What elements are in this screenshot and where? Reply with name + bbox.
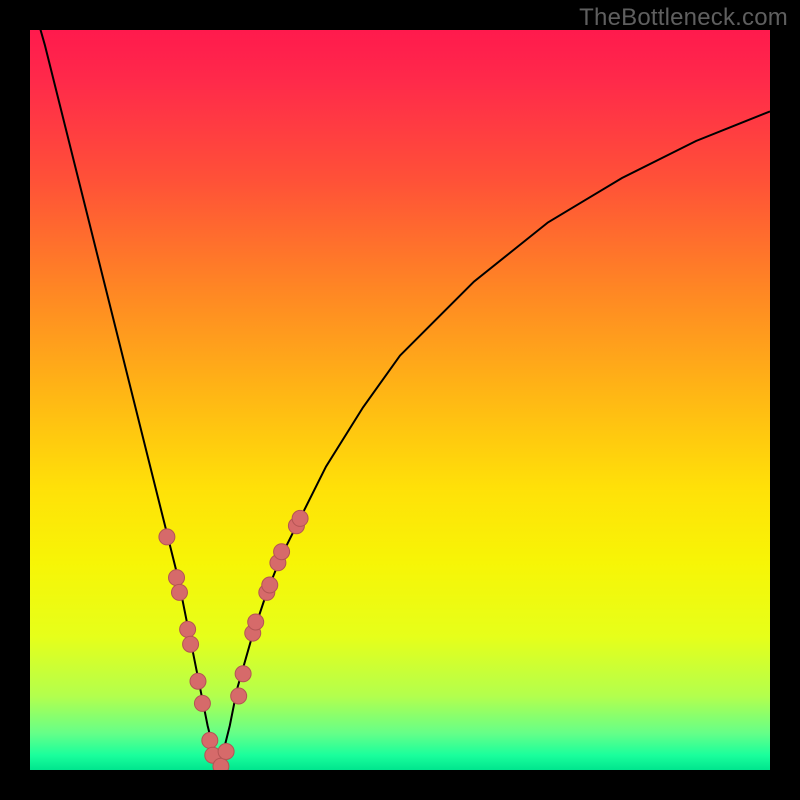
data-marker: [159, 529, 175, 545]
data-marker: [213, 758, 229, 770]
data-marker: [180, 621, 196, 637]
data-marker: [231, 688, 247, 704]
data-marker: [292, 510, 308, 526]
data-marker: [183, 636, 199, 652]
data-marker: [218, 744, 234, 760]
data-marker: [274, 544, 290, 560]
data-marker: [202, 732, 218, 748]
gradient-background: [30, 30, 770, 770]
data-marker: [235, 666, 251, 682]
data-marker: [171, 584, 187, 600]
data-marker: [190, 673, 206, 689]
data-marker: [262, 577, 278, 593]
data-marker: [248, 614, 264, 630]
chart-frame: TheBottleneck.com: [0, 0, 800, 800]
plot-area: [30, 30, 770, 770]
plot-svg: [30, 30, 770, 770]
watermark-text: TheBottleneck.com: [579, 4, 788, 32]
data-marker: [194, 695, 210, 711]
data-marker: [169, 570, 185, 586]
